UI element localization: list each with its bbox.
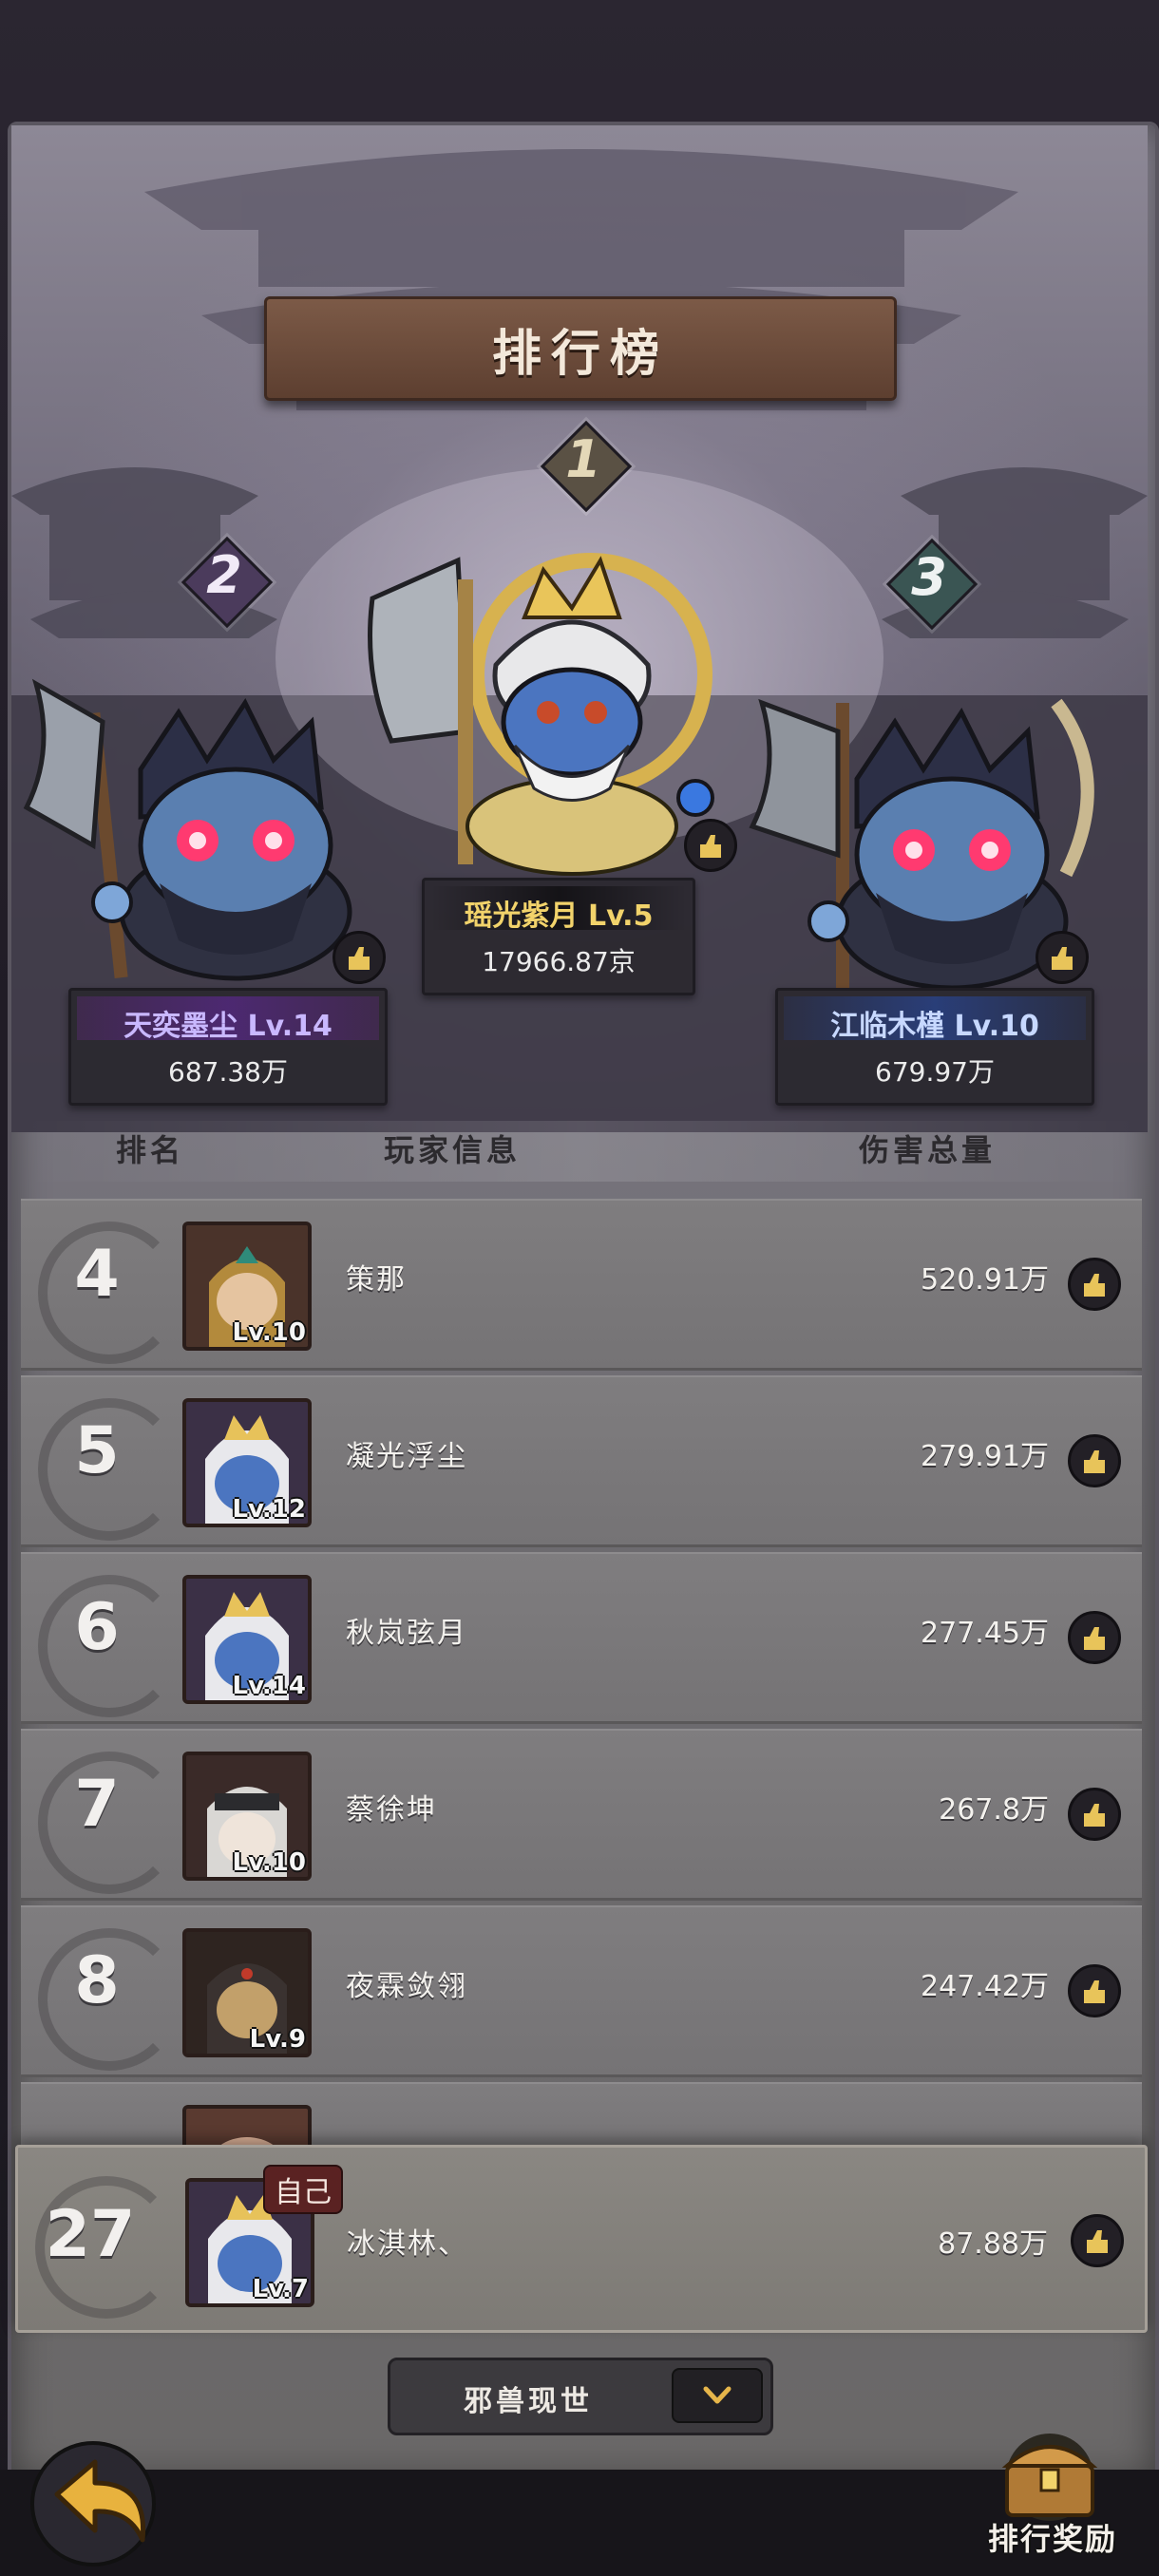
column-damage: 伤害总量 (859, 1132, 997, 1168)
rank-3-marker: 3 (885, 538, 978, 631)
rank-2-damage: 687.38万 (168, 1056, 288, 1088)
like-icon[interactable] (1071, 2214, 1124, 2267)
damage-total: 279.91万 (921, 1440, 1049, 1473)
self-rank-row[interactable]: 27 Lv.7 自己 冰淇林、 87.88万 (15, 2145, 1148, 2333)
avatar-level: Lv.14 (232, 1672, 306, 1700)
rank-1-damage: 17966.87京 (482, 946, 636, 977)
rank-2-name: 天奕墨尘 Lv.14 (124, 1010, 332, 1043)
player-name: 凝光浮尘 (346, 1440, 467, 1473)
rank-1-plate[interactable]: 瑶光紫月 Lv.5 17966.87京 (422, 878, 695, 995)
player-name: 蔡徐坤 (346, 1793, 437, 1827)
chevron-down-icon (703, 2386, 732, 2404)
dropdown-selected: 邪兽现世 (464, 2385, 593, 2418)
boss-select-dropdown[interactable]: 邪兽现世 (388, 2358, 773, 2435)
avatar-level: Lv.7 (252, 2275, 309, 2303)
player-name: 策那 (346, 1263, 407, 1297)
player-name: 夜霖敛翎 (346, 1970, 467, 2003)
avatar[interactable]: Lv.12 (182, 1398, 312, 1527)
self-player-name: 冰淇林、 (347, 2227, 468, 2261)
title-banner: 排行榜 (264, 296, 897, 401)
rank-2-marker: 2 (180, 536, 274, 629)
table-row[interactable]: 5 Lv.12 凝光浮尘 279.91万 (21, 1375, 1142, 1547)
ranking-reward-button[interactable]: 排行奖励 (988, 2515, 1117, 2559)
damage-total: 247.42万 (921, 1970, 1049, 2003)
rank-3-damage: 679.97万 (875, 1056, 995, 1088)
table-row[interactable]: 7 Lv.10 蔡徐坤 267.8万 (21, 1729, 1142, 1901)
rank-3-plate[interactable]: 江临木槿 Lv.10 679.97万 (775, 988, 1094, 1106)
self-rank: 27 (45, 2197, 136, 2272)
rank-1-number: 1 (565, 429, 601, 489)
treasure-chest-icon[interactable] (988, 2428, 1112, 2523)
row-rank: 5 (74, 1413, 120, 1488)
column-rank: 排名 (116, 1132, 185, 1168)
dropdown-toggle-button[interactable] (672, 2368, 763, 2423)
avatar-level: Lv.12 (232, 1495, 306, 1524)
like-icon[interactable] (1068, 1434, 1121, 1487)
avatar-level: Lv.10 (232, 1318, 306, 1347)
avatar[interactable]: Lv.10 (182, 1752, 312, 1881)
row-rank: 7 (74, 1767, 120, 1842)
like-icon[interactable] (1068, 1611, 1121, 1664)
row-rank: 8 (74, 1943, 120, 2018)
table-row[interactable]: 6 Lv.14 秋岚弦月 277.45万 (21, 1552, 1142, 1724)
self-damage-total: 87.88万 (938, 2227, 1048, 2261)
damage-total: 267.8万 (939, 1793, 1049, 1827)
table-row[interactable]: 4 Lv.10 策那 520.91万 (21, 1199, 1142, 1371)
row-rank: 4 (74, 1237, 120, 1312)
rank-1-name: 瑶光紫月 Lv.5 (464, 900, 654, 933)
like-icon[interactable] (1068, 1964, 1121, 2017)
avatar[interactable]: Lv.9 (182, 1928, 312, 2057)
avatar-level: Lv.10 (232, 1848, 306, 1877)
player-name: 秋岚弦月 (346, 1617, 467, 1650)
rank-2-number: 2 (206, 545, 242, 605)
rank-2-plate[interactable]: 天奕墨尘 Lv.14 687.38万 (68, 988, 388, 1106)
rank-3-name: 江临木槿 Lv.10 (830, 1010, 1039, 1043)
damage-total: 277.45万 (921, 1617, 1049, 1650)
like-icon[interactable] (1068, 1788, 1121, 1841)
avatar[interactable]: Lv.14 (182, 1575, 312, 1704)
self-tag: 自己 (263, 2165, 343, 2214)
rank-1-like-icon[interactable] (684, 819, 737, 872)
like-icon[interactable] (1068, 1258, 1121, 1311)
page-title: 排行榜 (491, 325, 669, 383)
table-row[interactable]: 8 Lv.9 夜霖敛翎 247.42万 (21, 1905, 1142, 2077)
avatar-level: Lv.9 (249, 2025, 306, 2054)
avatar[interactable]: Lv.10 (182, 1222, 312, 1351)
row-rank: 6 (74, 1590, 120, 1665)
rank-1-marker: 1 (540, 420, 633, 513)
rank-3-like-icon[interactable] (1036, 931, 1089, 984)
back-arrow-icon[interactable] (19, 2428, 180, 2570)
rank-2-like-icon[interactable] (332, 931, 386, 984)
damage-total: 520.91万 (921, 1263, 1049, 1297)
rank-3-number: 3 (911, 547, 947, 607)
column-player: 玩家信息 (384, 1132, 522, 1168)
